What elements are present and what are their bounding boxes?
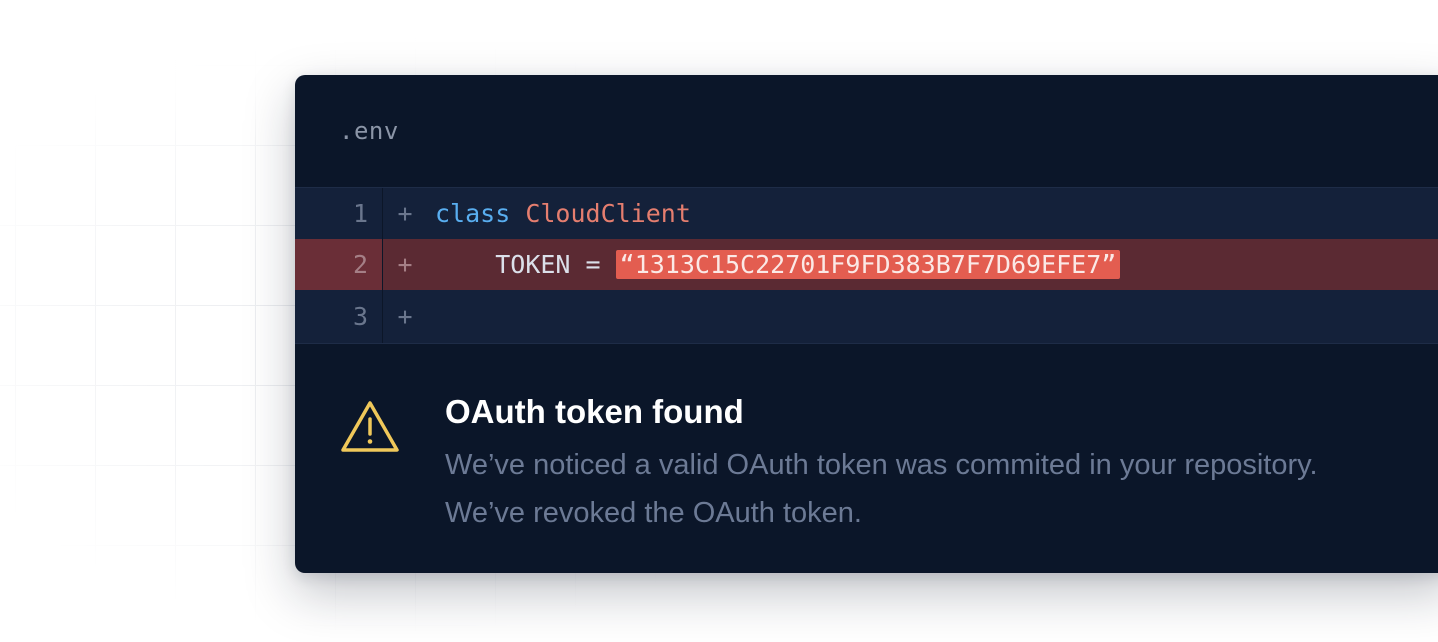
keyword-token: class (435, 199, 511, 228)
added-marker: + (397, 199, 413, 228)
secret-token: “1313C15C22701F9FD383B7F7D69EFE7” (615, 250, 1121, 279)
code-content: class CloudClient (435, 199, 691, 228)
code-line-flagged: 2 + TOKEN = “1313C15C22701F9FD383B7F7D69… (295, 239, 1438, 290)
operator-token: = (570, 250, 616, 279)
line-number: 2 (295, 239, 383, 290)
code-line: 1 + class CloudClient (295, 187, 1438, 239)
alert-line-2: We’ve revoked the OAuth token. (445, 497, 862, 529)
alert-title: OAuth token found (445, 393, 744, 430)
line-number: 3 (295, 290, 383, 343)
alert-description: We’ve noticed a valid OAuth token was co… (445, 441, 1318, 537)
added-marker: + (397, 302, 413, 331)
alert-line-1: We’ve noticed a valid OAuth token was co… (445, 449, 1318, 481)
variable-token: TOKEN (495, 250, 571, 279)
added-marker: + (397, 250, 413, 279)
secret-alert-card: .env 1 + class CloudClient 2 + TOKEN = “… (295, 75, 1438, 573)
code-content: TOKEN = “1313C15C22701F9FD383B7F7D69EFE7… (435, 250, 1121, 279)
class-name-token: CloudClient (525, 199, 691, 228)
line-number: 1 (295, 188, 383, 239)
code-line: 3 + (295, 290, 1438, 344)
warning-triangle-icon (341, 401, 399, 452)
file-name: .env (339, 117, 399, 145)
code-diff: 1 + class CloudClient 2 + TOKEN = “1313C… (295, 187, 1438, 344)
